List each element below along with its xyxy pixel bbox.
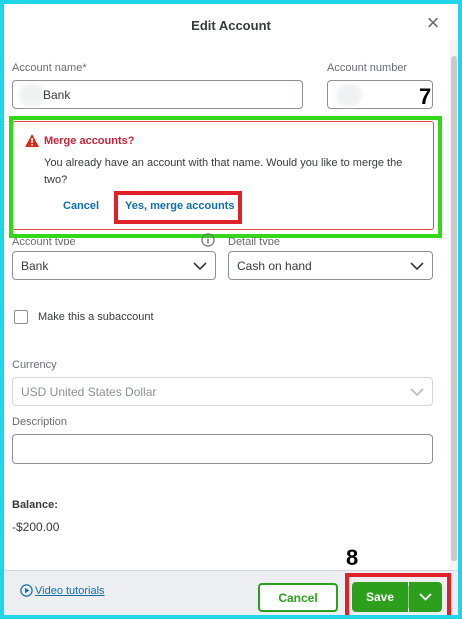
account-number-input[interactable] [327,80,433,109]
currency-select: USD United States Dollar [12,377,433,406]
redaction-blur [19,84,45,106]
cancel-button[interactable]: Cancel [258,583,338,612]
info-icon[interactable] [201,233,215,247]
detail-type-label: Detail type [228,236,280,245]
account-name-value: Bank [43,87,71,102]
account-type-label: Account type [12,236,76,245]
subaccount-checkbox[interactable] [14,310,28,324]
description-input[interactable] [12,434,433,464]
detail-type-value: Cash on hand [237,258,312,273]
account-name-label: Account name* [12,62,87,74]
description-label: Description [12,416,68,428]
annotation-step-merge: 7 [419,84,432,109]
annotation-highlight-save [345,573,451,615]
currency-label: Currency [12,359,57,371]
video-tutorials-link[interactable]: Video tutorials [20,584,105,597]
chevron-down-icon [410,387,424,396]
dialog-title: Edit Account [191,18,271,33]
account-type-value: Bank [21,258,49,273]
close-icon[interactable]: × [422,12,444,34]
chevron-down-icon [193,261,207,270]
edit-account-dialog: Edit Account × Account name* Bank Accoun… [4,4,458,615]
balance-label: Balance: [12,499,58,511]
redaction-blur [336,84,362,106]
annotation-step-save: 8 [346,545,359,570]
currency-value: USD United States Dollar [21,384,157,399]
subaccount-label: Make this a subaccount [38,311,154,323]
video-tutorials-label: Video tutorials [35,584,105,597]
account-name-input[interactable]: Bank [12,80,303,109]
account-number-label: Account number [327,62,408,74]
detail-type-select[interactable]: Cash on hand [228,251,433,280]
annotation-highlight-merge-button [114,191,242,224]
play-circle-icon [20,584,33,597]
account-type-select[interactable]: Bank [12,251,216,280]
balance-value: -$200.00 [12,520,60,534]
scrollbar-thumb[interactable] [451,56,457,561]
chevron-down-icon [410,261,424,270]
